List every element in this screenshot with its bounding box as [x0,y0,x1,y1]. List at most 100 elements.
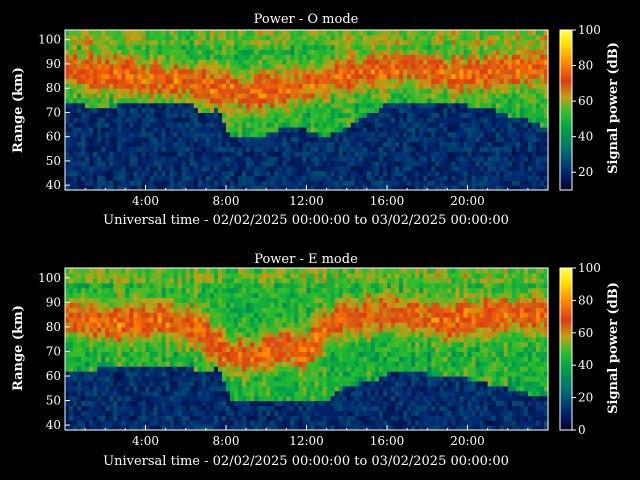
heatmap-cell [290,39,296,46]
heatmap-cell [330,63,336,70]
heatmap-cell [302,117,308,123]
heatmap-cell [181,68,187,75]
heatmap-cell [282,88,287,94]
heatmap-cell [109,395,114,402]
heatmap-cell [113,122,118,128]
heatmap-cell [157,287,163,294]
heatmap-cell [419,175,424,181]
heatmap-cell [81,126,86,133]
heatmap-cell [391,126,396,133]
heatmap-cell [105,331,110,338]
heatmap-cell [443,49,448,55]
heatmap-cell [258,141,263,147]
heatmap-cell [169,312,175,318]
heatmap-cell [539,126,545,133]
heatmap-cell [354,122,360,128]
heatmap-cell [374,126,380,133]
heatmap-cell [266,126,271,133]
heatmap-cell [358,44,364,50]
heatmap-cell [491,117,497,123]
heatmap-cell [226,131,231,138]
heatmap-cell [266,34,271,41]
heatmap-cell [65,376,70,382]
heatmap-cell [209,175,215,181]
heatmap-cell [165,39,171,46]
heatmap-cell [366,146,372,152]
heatmap-cell [81,102,86,109]
heatmap-cell [205,160,211,167]
heatmap-cell [153,390,159,397]
heatmap-cell [129,136,135,143]
heatmap-cell [173,326,179,333]
heatmap-cell [535,83,541,89]
heatmap-cell [89,356,94,362]
heatmap-cell [117,410,122,416]
heatmap-cell [399,126,404,133]
heatmap-cell [378,93,384,99]
heatmap-cell [193,160,199,167]
heatmap-cell [387,136,392,143]
heatmap-cell [483,44,489,50]
heatmap-cell [77,136,82,143]
heatmap-cell [411,34,416,41]
heatmap-cell [423,93,428,99]
heatmap-cell [161,302,167,308]
heatmap-cell [213,63,219,70]
heatmap-cell [495,30,501,36]
heatmap-cell [149,395,155,402]
heatmap-cell [117,366,122,372]
heatmap-cell [93,400,98,407]
heatmap-cell [73,88,78,94]
heatmap-cell [491,44,497,50]
heatmap-cell [286,136,292,143]
heatmap-cell [93,30,98,36]
heatmap-cell [113,63,118,70]
heatmap-cell [270,34,275,41]
heatmap-cell [73,160,78,167]
heatmap-cell [97,336,102,343]
heatmap-cell [463,126,469,133]
heatmap-cell [314,68,320,75]
heatmap-cell [503,107,509,114]
heatmap-cell [463,131,469,138]
heatmap-cell [133,351,139,357]
heatmap-cell [362,175,368,181]
heatmap-cell [290,49,296,55]
heatmap-cell [226,126,231,133]
heatmap-cell [189,136,195,143]
heatmap-cell [362,165,368,172]
heatmap-cell [157,361,163,367]
heatmap-cell [382,170,388,177]
heatmap-cell [109,312,114,318]
heatmap-cell [435,44,440,50]
heatmap-cell [121,122,126,128]
heatmap-cell [197,83,203,89]
heatmap-cell [73,287,78,294]
heatmap-cell [523,107,529,114]
heatmap-cell [238,78,243,84]
heatmap-cell [503,44,509,50]
heatmap-cell [213,49,219,55]
heatmap-cell [101,385,106,392]
heatmap-cell [459,78,465,84]
heatmap-cell [157,302,163,308]
heatmap-cell [378,102,384,109]
heatmap-cell [97,351,102,357]
heatmap-cell [318,59,324,65]
heatmap-cell [246,107,251,114]
heatmap-cell [463,112,469,118]
heatmap-cell [234,165,239,172]
heatmap-cell [499,97,505,104]
heatmap-cell [419,126,424,133]
heatmap-cell [503,122,509,128]
heatmap-cell [378,44,384,50]
heatmap-cell [197,160,203,167]
heatmap-cell [89,268,94,274]
heatmap-cell [105,405,110,411]
heatmap-cell [455,34,461,41]
heatmap-cell [81,136,86,143]
heatmap-cell [427,93,432,99]
heatmap-cell [262,122,267,128]
heatmap-cell [141,268,147,274]
heatmap-cell [242,160,247,167]
